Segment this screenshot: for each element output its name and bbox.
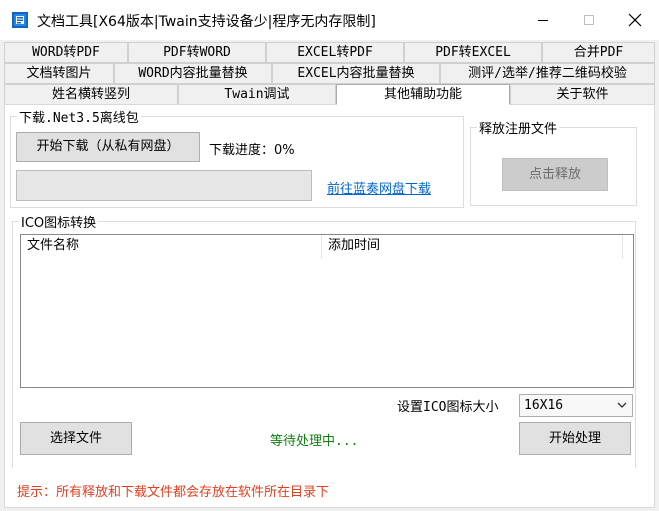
window-title: 文档工具[X64版本|Twain支持设备少|程序无内存限制] <box>37 14 376 30</box>
ico-status-text: 等待处理中... <box>270 434 359 449</box>
tab-name-transpose[interactable]: 姓名横转竖列 <box>4 84 178 105</box>
ico-size-select[interactable]: 16X16 <box>519 394 633 417</box>
tab-about[interactable]: 关于软件 <box>510 84 655 105</box>
ico-size-label: 设置ICO图标大小 <box>397 400 499 415</box>
tab-pdf-to-excel[interactable]: PDF转EXCEL <box>404 42 542 63</box>
tab-excel-batch-replace[interactable]: EXCEL内容批量替换 <box>272 63 440 84</box>
tab-strip: WORD转PDF PDF转WORD EXCEL转PDF PDF转EXCEL 合并… <box>0 42 659 108</box>
maximize-icon <box>584 15 594 25</box>
tab-word-to-pdf[interactable]: WORD转PDF <box>4 42 128 63</box>
chevron-down-icon <box>617 402 627 408</box>
download-progress-bar <box>16 170 312 201</box>
close-icon <box>628 13 642 27</box>
column-header-extra[interactable] <box>623 235 633 259</box>
tab-twain-debug[interactable]: Twain调试 <box>178 84 336 105</box>
ico-file-list[interactable]: 文件名称 添加时间 <box>20 234 634 388</box>
close-button[interactable] <box>612 0 658 40</box>
tab-word-batch-replace[interactable]: WORD内容批量替换 <box>114 63 272 84</box>
register-group: 释放注册文件 点击释放 <box>470 118 637 206</box>
tab-merge-pdf[interactable]: 合并PDF <box>542 42 655 63</box>
tab-panel-other-tools: 下载.Net3.5离线包 开始下载（从私有网盘） 下载进度：0% 前往蓝奏网盘下… <box>4 104 655 508</box>
minimize-button[interactable] <box>520 0 566 40</box>
column-header-filename[interactable]: 文件名称 <box>21 235 322 259</box>
select-file-button[interactable]: 选择文件 <box>20 422 132 455</box>
tab-other-tools[interactable]: 其他辅助功能 <box>336 84 510 105</box>
tab-excel-to-pdf[interactable]: EXCEL转PDF <box>266 42 404 63</box>
maximize-button[interactable] <box>566 0 612 40</box>
download-progress-label: 下载进度：0% <box>209 143 295 158</box>
download-group-title: 下载.Net3.5离线包 <box>17 107 141 126</box>
lanzou-download-link[interactable]: 前往蓝奏网盘下载 <box>327 178 431 197</box>
release-button[interactable]: 点击释放 <box>502 158 608 191</box>
ico-size-value: 16X16 <box>524 398 564 413</box>
minimize-icon <box>538 19 548 21</box>
app-icon <box>12 12 28 28</box>
register-group-title: 释放注册文件 <box>477 118 560 137</box>
download-group: 下载.Net3.5离线包 开始下载（从私有网盘） 下载进度：0% 前往蓝奏网盘下… <box>10 107 464 208</box>
start-download-button[interactable]: 开始下载（从私有网盘） <box>16 132 200 162</box>
tab-qrcode-check[interactable]: 测评/选举/推荐二维码校验 <box>440 63 655 84</box>
tab-doc-to-image[interactable]: 文档转图片 <box>4 63 114 84</box>
hint-text: 提示：所有释放和下载文件都会存放在软件所在目录下 <box>17 485 330 500</box>
title-bar: 文档工具[X64版本|Twain支持设备少|程序无内存限制] <box>0 0 659 40</box>
start-process-button[interactable]: 开始处理 <box>519 422 631 455</box>
column-header-added-time[interactable]: 添加时间 <box>322 235 623 259</box>
ico-group-title: ICO图标转换 <box>19 212 99 231</box>
tab-pdf-to-word[interactable]: PDF转WORD <box>128 42 266 63</box>
